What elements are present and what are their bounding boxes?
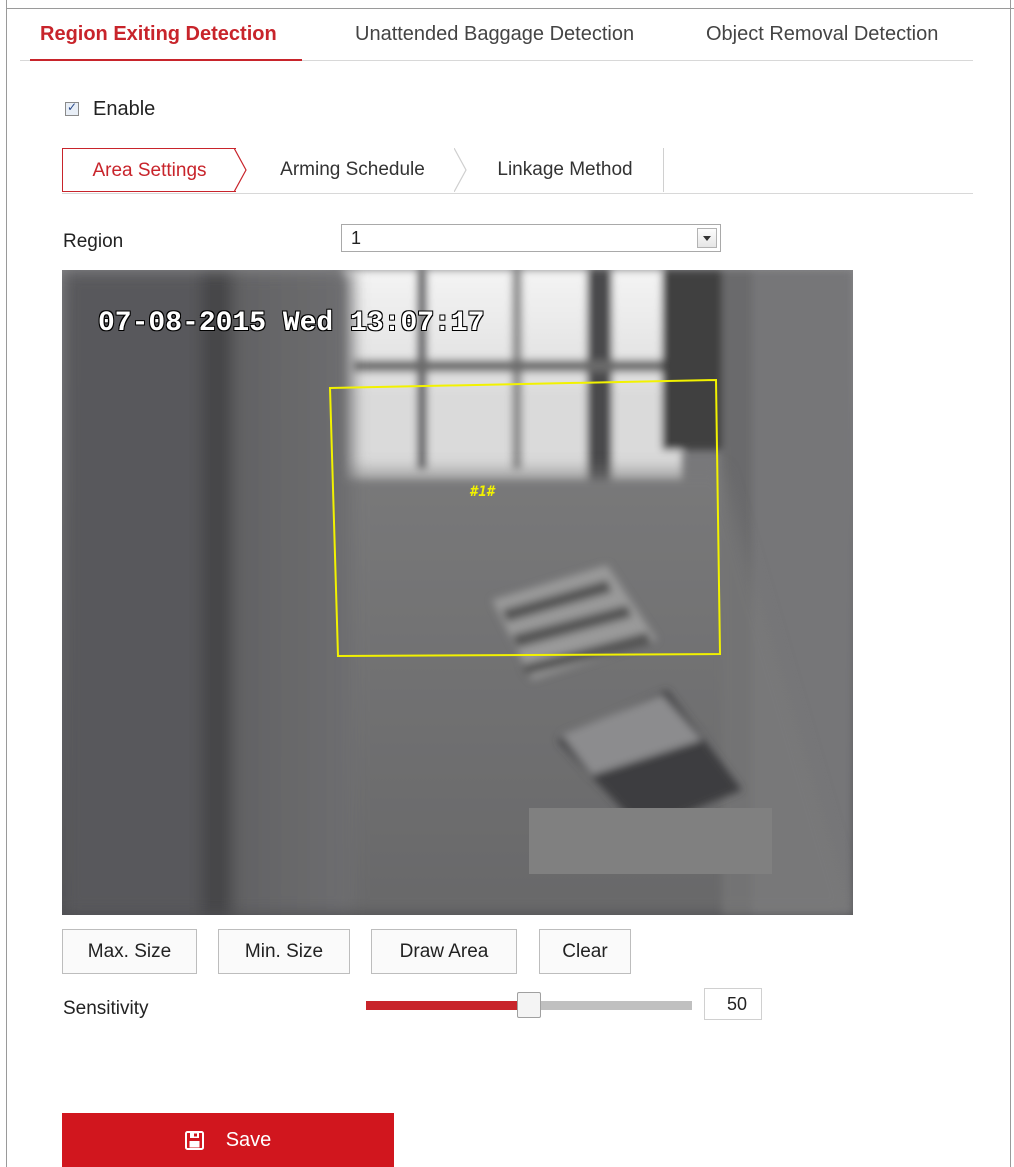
sensitivity-label: Sensitivity [63, 998, 149, 1019]
min-size-button[interactable]: Min. Size [218, 929, 350, 974]
sensitivity-value-field[interactable]: 50 [704, 988, 762, 1020]
window-left-border [0, 0, 7, 1167]
window-top-border [0, 0, 1014, 9]
draw-area-button[interactable]: Draw Area [371, 929, 517, 974]
tab-object-removal-detection[interactable]: Object Removal Detection [706, 14, 938, 60]
window-right-border [1010, 0, 1014, 1167]
save-button[interactable]: Save [62, 1113, 394, 1167]
live-video-view[interactable]: 07-08-2015 Wed 13:07:17 #1# [62, 270, 853, 915]
enable-label: Enable [93, 97, 156, 120]
subtab-area-settings[interactable]: Area Settings [62, 148, 236, 192]
detection-tab-bar: Region Exiting Detection Unattended Bagg… [20, 14, 973, 61]
tab-unattended-baggage-detection[interactable]: Unattended Baggage Detection [355, 14, 634, 60]
enable-checkbox[interactable] [65, 100, 79, 116]
save-button-label: Save [225, 1128, 272, 1151]
clear-button[interactable]: Clear [539, 929, 631, 974]
region-label: Region [63, 231, 124, 252]
max-size-button[interactable]: Max. Size [62, 929, 197, 974]
enable-row: Enable [65, 96, 155, 122]
region-select-value: 1 [351, 228, 362, 248]
region-select[interactable]: 1 [341, 224, 721, 252]
tab-region-exiting-detection[interactable]: Region Exiting Detection [30, 14, 302, 61]
subtab-arming-schedule[interactable]: Arming Schedule [250, 148, 455, 192]
sensitivity-slider-handle[interactable] [517, 992, 541, 1018]
chevron-down-icon[interactable] [697, 228, 717, 248]
region-number-tag: #1# [470, 484, 496, 500]
osd-timestamp: 07-08-2015 Wed 13:07:17 [98, 308, 485, 339]
sensitivity-slider[interactable] [366, 992, 692, 1018]
sensitivity-slider-fill [366, 1001, 529, 1010]
save-icon [184, 1130, 204, 1150]
subtab-linkage-method[interactable]: Linkage Method [467, 148, 664, 192]
privacy-mask-block [529, 808, 772, 874]
settings-subtab-bar: Area Settings Arming Schedule Linkage Me… [62, 148, 973, 194]
